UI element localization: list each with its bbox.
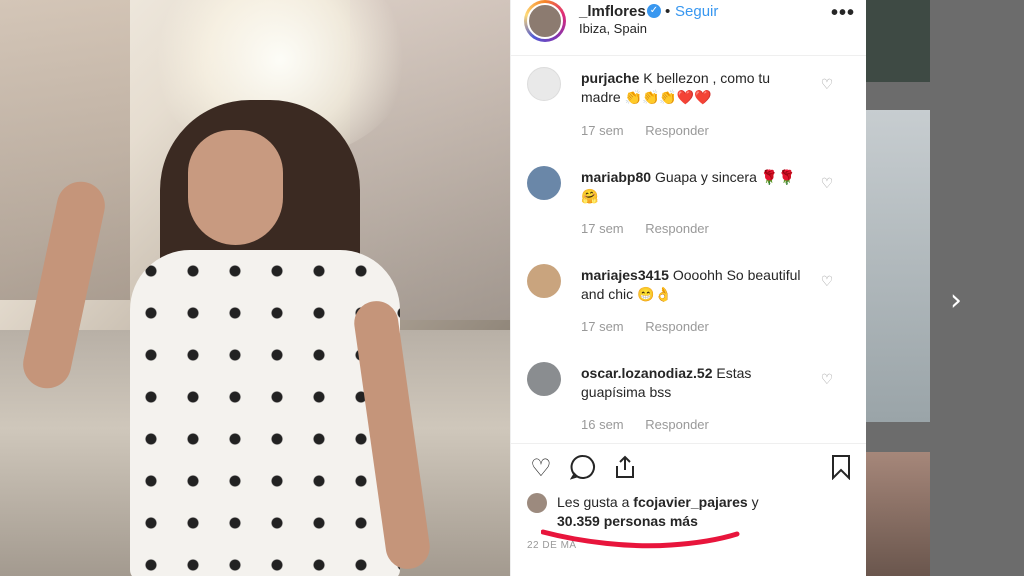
reply-button[interactable]: Responder [645, 417, 709, 432]
post-header: _lmflores ✓ • Seguir Ibiza, Spain ••• [511, 0, 867, 56]
comment-icon-graphic [569, 454, 595, 480]
comment-avatar[interactable] [527, 362, 561, 396]
comment-text: mariajes3415 Oooohh So beautiful and chi… [581, 266, 811, 304]
comment-avatar[interactable] [527, 264, 561, 298]
post-date: 22 DE MA [527, 540, 577, 551]
likes-count[interactable]: 30.359 personas más [557, 513, 698, 529]
post-location[interactable]: Ibiza, Spain [579, 21, 647, 36]
comment-username[interactable]: mariabp80 [581, 169, 651, 185]
related-thumbnail[interactable] [866, 110, 930, 422]
chevron-right-icon[interactable]: › [942, 284, 970, 318]
comment-text: purjache K bellezon , como tu madre 👏👏👏❤… [581, 69, 811, 107]
comment-meta: 17 sem Responder [581, 123, 709, 138]
photo-polka-dot-dress [130, 250, 400, 576]
related-posts-strip: › [866, 0, 1024, 576]
likes-prefix: Les gusta a [557, 494, 630, 510]
more-options-icon[interactable]: ••• [831, 2, 855, 25]
post-panel: _lmflores ✓ • Seguir Ibiza, Spain ••• pu… [510, 0, 867, 576]
comment-meta: 16 sem Responder [581, 417, 709, 432]
reply-button[interactable]: Responder [645, 319, 709, 334]
bookmark-icon-graphic [832, 455, 850, 481]
liker-avatar[interactable] [527, 493, 547, 513]
comments-list[interactable]: purjache K bellezon , como tu madre 👏👏👏❤… [511, 57, 867, 443]
share-icon[interactable] [611, 454, 639, 482]
comment-time: 16 sem [581, 417, 624, 432]
heart-icon[interactable]: ♡ [527, 454, 555, 482]
photo-face [188, 130, 283, 245]
heart-icon[interactable]: ♡ [819, 176, 835, 192]
comment-text: mariabp80 Guapa y sincera 🌹🌹🤗 [581, 168, 811, 206]
post-username[interactable]: _lmflores [579, 3, 646, 20]
comment-item: oscar.lozanodiaz.52 Estas guapísima bss … [511, 352, 867, 443]
comment-item: mariajes3415 Oooohh So beautiful and chi… [511, 254, 867, 352]
comment-username[interactable]: oscar.lozanodiaz.52 [581, 365, 713, 381]
comment-icon[interactable] [569, 454, 597, 482]
reply-button[interactable]: Responder [645, 123, 709, 138]
comment-item: mariabp80 Guapa y sincera 🌹🌹🤗 17 sem Res… [511, 156, 867, 254]
verified-badge-icon: ✓ [647, 4, 661, 18]
related-thumbnail[interactable] [866, 0, 930, 82]
header-separator: • [665, 3, 671, 20]
comment-text: oscar.lozanodiaz.52 Estas guapísima bss [581, 364, 811, 402]
post-photo[interactable] [0, 0, 510, 576]
heart-icon[interactable]: ♡ [819, 372, 835, 388]
liker-username[interactable]: fcojavier_pajares [633, 494, 747, 510]
comment-time: 17 sem [581, 123, 624, 138]
comment-meta: 17 sem Responder [581, 319, 709, 334]
action-bar: ♡ [511, 443, 867, 493]
share-icon-graphic [616, 455, 634, 478]
follow-button[interactable]: Seguir [675, 3, 718, 20]
heart-icon[interactable]: ♡ [819, 77, 835, 93]
related-thumbnail[interactable] [866, 452, 930, 576]
comment-time: 17 sem [581, 221, 624, 236]
reply-button[interactable]: Responder [645, 221, 709, 236]
comment-time: 17 sem [581, 319, 624, 334]
avatar[interactable] [527, 3, 563, 39]
bookmark-icon[interactable] [827, 454, 855, 482]
comment-avatar[interactable] [527, 67, 561, 101]
comment-username[interactable]: mariajes3415 [581, 267, 669, 283]
heart-icon[interactable]: ♡ [819, 274, 835, 290]
comment-username[interactable]: purjache [581, 70, 639, 86]
comment-item: purjache K bellezon , como tu madre 👏👏👏❤… [511, 57, 867, 155]
comment-avatar[interactable] [527, 166, 561, 200]
likes-conj: y [751, 494, 759, 510]
comment-meta: 17 sem Responder [581, 221, 709, 236]
likes-line: Les gusta a fcojavier_pajares y [557, 492, 759, 512]
